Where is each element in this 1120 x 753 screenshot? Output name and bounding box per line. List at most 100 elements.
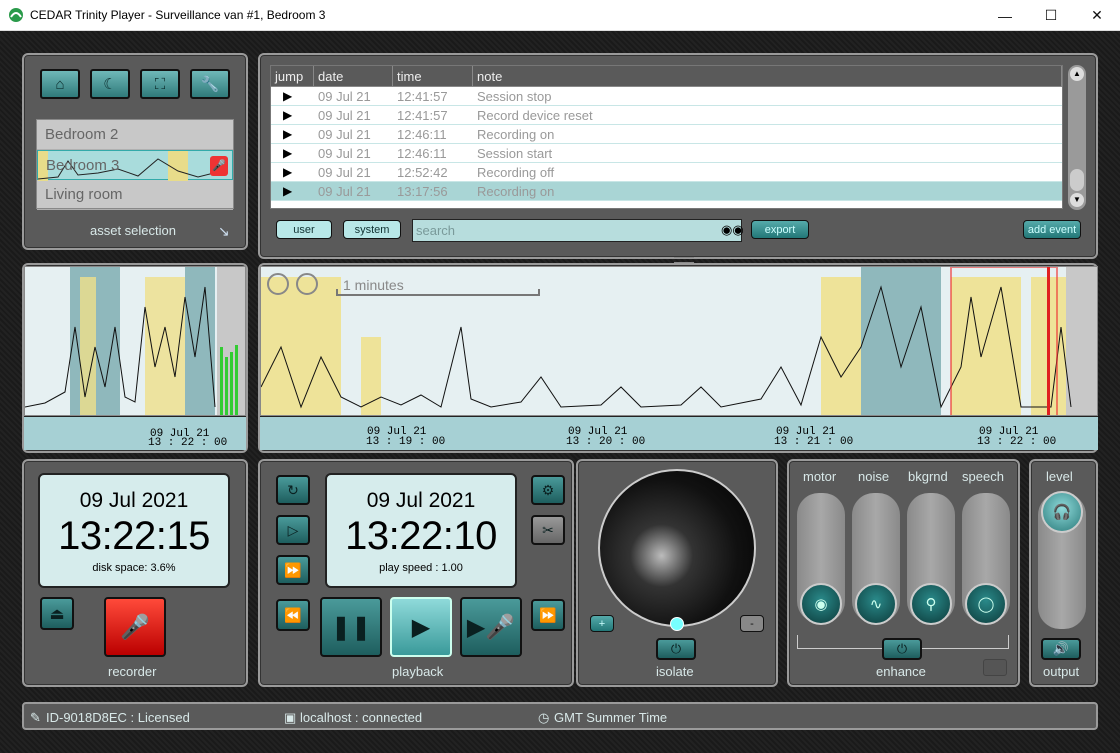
output-speaker-button[interactable]: 🔊 <box>1041 638 1081 660</box>
scroll-thumb[interactable] <box>1070 169 1084 191</box>
search-input[interactable]: search <box>412 219 742 242</box>
scroll-up-icon[interactable]: ▲ <box>1070 67 1084 81</box>
isolate-dial[interactable] <box>598 469 756 627</box>
overview-waveform[interactable] <box>24 266 246 416</box>
column-time[interactable]: time <box>393 66 473 86</box>
motor-knob[interactable]: ◉ <box>800 583 842 625</box>
tick-time: 13 : 19 : 00 <box>366 436 446 448</box>
jump-play-icon[interactable]: ▶ <box>271 87 314 105</box>
slider-label-noise: noise <box>858 469 890 484</box>
skip-forward-button[interactable]: ⏩ <box>531 599 565 631</box>
filter-user-button[interactable]: user <box>276 220 332 239</box>
table-row[interactable]: ▶ 09 Jul 21 12:41:57 Record device reset <box>271 106 1062 125</box>
row-time: 12:46:11 <box>397 127 447 142</box>
jump-play-icon[interactable]: ▶ <box>271 182 314 200</box>
asset-item-label: Bedroom 3 <box>46 157 120 174</box>
export-button[interactable]: export <box>751 220 809 239</box>
pause-button[interactable]: ❚❚ <box>320 597 382 657</box>
timezone-status: GMT Summer Time <box>554 710 668 725</box>
row-note: Recording on <box>477 127 555 142</box>
isolate-label: isolate <box>656 664 694 679</box>
rewind-button[interactable]: ⏪ <box>276 599 310 631</box>
binoculars-icon[interactable]: ◉◉ <box>721 222 744 238</box>
noise-knob[interactable]: ∿ <box>855 583 897 625</box>
row-time: 13:17:56 <box>397 184 448 199</box>
enhance-option-toggle[interactable] <box>983 659 1007 676</box>
play-button[interactable]: ▶ <box>390 597 452 657</box>
slider-label-speech: speech <box>962 469 1004 484</box>
play-icon: ▶ <box>411 613 431 641</box>
table-row-selected[interactable]: ▶ 09 Jul 21 13:17:56 Recording on <box>271 182 1062 201</box>
maximize-button[interactable]: ☐ <box>1028 0 1074 31</box>
night-mode-button[interactable]: ☾ <box>90 69 130 99</box>
record-button[interactable]: 🎤 <box>104 597 166 657</box>
column-note[interactable]: note <box>473 66 1062 86</box>
jump-play-icon[interactable]: ▶ <box>271 106 314 124</box>
tick-time: 13 : 20 : 00 <box>566 436 646 448</box>
asset-item[interactable]: Living room <box>37 180 233 210</box>
close-button[interactable]: ✕ <box>1074 0 1120 31</box>
minimize-button[interactable]: — <box>982 0 1028 31</box>
loop-button[interactable]: ↻ <box>276 475 310 505</box>
bkgrnd-knob[interactable]: ⚲ <box>910 583 952 625</box>
recording-mic-icon: 🎤 <box>210 156 228 176</box>
isolate-handle[interactable] <box>670 617 684 631</box>
recorder-date: 09 Jul 2021 <box>79 489 189 512</box>
row-note: Recording on <box>477 184 555 199</box>
fast-forward-small-button[interactable]: ⏩ <box>276 555 310 585</box>
add-event-button[interactable]: add event <box>1023 220 1081 239</box>
asset-item[interactable]: Bedroom 2 <box>37 120 233 150</box>
resize-arrow-icon[interactable]: ↘ <box>218 223 230 240</box>
log-scrollbar[interactable]: ▲ ▼ <box>1068 65 1086 210</box>
enhance-power-button[interactable]: ⏻ <box>882 638 922 660</box>
timeline-waveform[interactable]: 1 minutes <box>260 266 1098 416</box>
home-icon: ⌂ <box>55 75 65 93</box>
jump-play-icon[interactable]: ▶ <box>271 144 314 162</box>
step-forward-button[interactable]: ▷ <box>276 515 310 545</box>
speech-knob[interactable]: ◯ <box>965 583 1007 625</box>
table-row[interactable]: ▶ 09 Jul 21 12:46:11 Recording on <box>271 125 1062 144</box>
tick-time: 13 : 22 : 00 <box>977 436 1057 448</box>
table-row[interactable]: ▶ 09 Jul 21 12:52:42 Recording off <box>271 163 1062 182</box>
app-icon <box>9 8 23 22</box>
isolate-plus-button[interactable]: + <box>590 615 614 632</box>
playback-date: 09 Jul 2021 <box>366 489 476 512</box>
playback-settings-button[interactable]: ⚙ <box>531 475 565 505</box>
isolate-minus-button[interactable]: - <box>740 615 764 632</box>
slider-label-motor: motor <box>803 469 837 484</box>
loop-icon: ↻ <box>287 481 299 498</box>
fullscreen-button[interactable]: ⛶ <box>140 69 180 99</box>
asset-selection-label: asset selection <box>90 223 176 238</box>
overview-waveform-graphic <box>25 267 245 415</box>
play-record-button[interactable]: ▶🎤 <box>460 597 522 657</box>
table-row[interactable]: ▶ 09 Jul 21 12:46:11 Session start <box>271 144 1062 163</box>
jump-play-icon[interactable]: ▶ <box>271 163 314 181</box>
isolate-power-button[interactable]: ⏻ <box>656 638 696 660</box>
row-time: 12:41:57 <box>397 108 448 123</box>
jump-play-icon[interactable]: ▶ <box>271 125 314 143</box>
home-button[interactable]: ⌂ <box>40 69 80 99</box>
step-forward-icon: ▷ <box>287 521 299 538</box>
row-time: 12:52:42 <box>397 165 448 180</box>
scissors-icon: ✂ <box>542 521 554 538</box>
night-mode-icon: ☾ <box>103 76 117 93</box>
cut-button[interactable]: ✂ <box>531 515 565 545</box>
slider-label-bkgrnd: bkgrnd <box>908 469 948 484</box>
window-title: CEDAR Trinity Player - Surveillance van … <box>30 8 326 22</box>
output-label: output <box>1043 664 1080 679</box>
clock-icon: ◷ <box>538 710 550 725</box>
row-date: 09 Jul 21 <box>318 89 371 104</box>
filter-system-button[interactable]: system <box>343 220 401 239</box>
table-row[interactable]: ▶ 09 Jul 21 12:41:57 Session stop <box>271 87 1062 106</box>
column-date[interactable]: date <box>314 66 393 86</box>
scroll-down-icon[interactable]: ▼ <box>1070 193 1084 207</box>
network-icon: ▣ <box>284 710 297 725</box>
level-knob[interactable]: 🎧 <box>1041 491 1083 533</box>
row-date: 09 Jul 21 <box>318 127 371 142</box>
eject-icon: ⏏ <box>49 605 65 623</box>
column-jump[interactable]: jump <box>271 66 314 86</box>
settings-button[interactable]: 🔧 <box>190 69 230 99</box>
eject-button[interactable]: ⏏ <box>40 597 74 630</box>
asset-item-selected[interactable]: Bedroom 3 🎤 <box>37 150 233 181</box>
network-status: localhost : connected <box>300 710 423 725</box>
